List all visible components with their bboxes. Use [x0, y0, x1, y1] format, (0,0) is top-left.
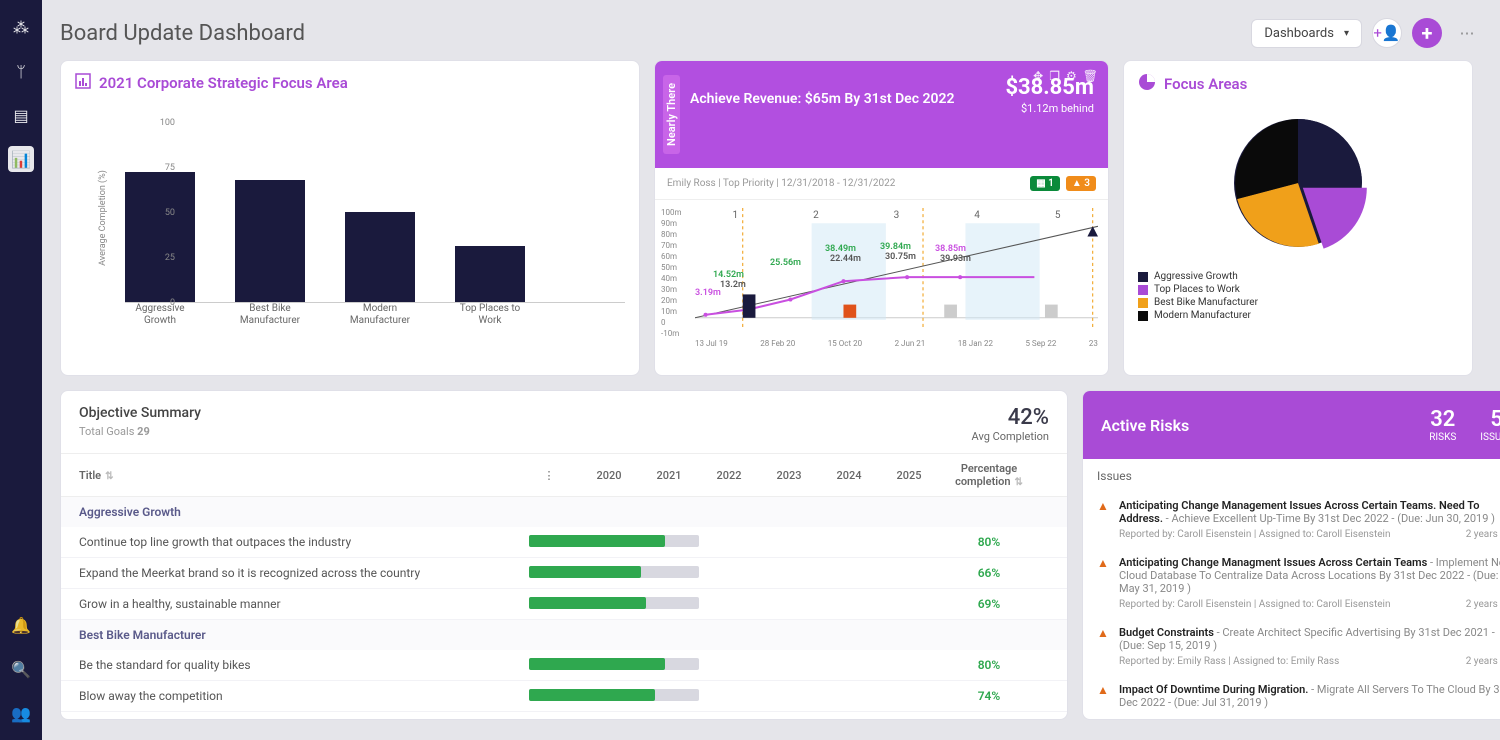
- table-row[interactable]: Continue top line growth that outpaces t…: [61, 527, 1067, 558]
- pie-chart-icon: [1138, 73, 1156, 95]
- board-icon[interactable]: ▤: [8, 102, 34, 128]
- risks-count: 32: [1429, 407, 1456, 432]
- issue-item[interactable]: ▲Anticipating Change Managment Issues Ac…: [1083, 550, 1500, 620]
- pie-legend: Aggressive Growth Top Places to Work Bes…: [1138, 271, 1458, 321]
- y-axis-label: Average Completion (%): [98, 170, 108, 266]
- search-icon[interactable]: 🔍: [8, 656, 34, 682]
- col-pct[interactable]: Percentage completion: [929, 462, 1049, 488]
- issues-section-title: Issues: [1083, 459, 1500, 493]
- status-tag: Nearly There: [663, 75, 680, 154]
- move-icon[interactable]: ✥: [1033, 69, 1043, 83]
- obj-title: Objective Summary: [79, 405, 201, 421]
- bar-x-labels: Aggressive Growth Best Bike Manufacturer…: [125, 303, 625, 327]
- topbar: Board Update Dashboard Dashboards +👤 + ⋯: [60, 8, 1482, 60]
- add-person-icon[interactable]: +👤: [1372, 18, 1402, 48]
- table-row[interactable]: Expand the Meerkat brand so it is recogn…: [61, 558, 1067, 589]
- warning-icon: ▲: [1097, 683, 1111, 709]
- issues-list: ▲Anticipating Change Management Issues A…: [1083, 493, 1500, 719]
- people-icon[interactable]: 👥: [8, 700, 34, 726]
- bell-icon[interactable]: 🔔: [8, 612, 34, 638]
- active-risks-card: Active Risks 32RISKS 5ISSUES Issues ▲Ant…: [1082, 390, 1500, 720]
- issue-item[interactable]: ▲Anticipating Change Management Issues A…: [1083, 493, 1500, 550]
- table-header: Title ⋮ 2020 2021 2022 2023 2024 2025 Pe…: [61, 453, 1067, 497]
- issues-count: 5: [1480, 407, 1500, 432]
- bar-top-places: [455, 246, 525, 302]
- add-button[interactable]: +: [1412, 18, 1442, 48]
- sidebar: ⁂ ᛘ ▤ 📊 🔔 🔍 👥: [0, 0, 42, 740]
- copy-icon[interactable]: ❐: [1049, 69, 1060, 83]
- dashboards-dropdown[interactable]: Dashboards: [1251, 19, 1362, 48]
- page-title: Board Update Dashboard: [60, 21, 305, 46]
- mini-x-axis: 13 Jul 1928 Feb 2015 Oct 202 Jun 2118 Ja…: [695, 339, 1098, 348]
- mini-y-axis: 100m90m80m70m60m50m40m30m20m10m0-10m: [661, 208, 682, 338]
- more-icon[interactable]: ⋯: [1452, 18, 1482, 48]
- warning-icon: ▲: [1097, 626, 1111, 667]
- y-axis: 100 75 50 25 0: [155, 118, 175, 308]
- goal-title: Achieve Revenue: $65m By 31st Dec 2022: [690, 91, 955, 107]
- goal-behind: $1.12m behind: [1005, 102, 1094, 115]
- bar-chart: 100 75 50 25 0: [125, 123, 625, 303]
- group-row: Aggressive Growth: [61, 497, 1067, 527]
- logo-icon[interactable]: ⁂: [8, 14, 34, 40]
- trash-icon[interactable]: 🗑: [1083, 69, 1098, 83]
- pie-chart: [1208, 103, 1388, 263]
- focus-areas-pie-card: Focus Areas Aggressive Growth Top Places…: [1123, 60, 1473, 376]
- gear-icon[interactable]: ⚙: [1066, 69, 1077, 83]
- hierarchy-icon[interactable]: ᛘ: [8, 58, 34, 84]
- avg-completion-label: Avg Completion: [972, 430, 1049, 443]
- table-row[interactable]: Grow in a healthy, sustainable manner69%: [61, 589, 1067, 620]
- issue-item[interactable]: ▲Budget Constraints - Create Architect S…: [1083, 620, 1500, 677]
- goal-meta: Emily Ross | Top Priority | 12/31/2018 -…: [667, 178, 895, 189]
- table-row[interactable]: Be the standard for quality bikes80%: [61, 650, 1067, 681]
- col-title[interactable]: Title: [79, 469, 519, 482]
- objective-summary-card: Objective Summary Total Goals 29 42% Avg…: [60, 390, 1068, 720]
- risks-title: Active Risks: [1101, 416, 1189, 435]
- focus-area-card: 2021 Corporate Strategic Focus Area Aver…: [60, 60, 640, 376]
- bar-chart-icon: [75, 73, 91, 93]
- avg-completion-value: 42%: [972, 405, 1049, 430]
- bar-best-bike: [235, 180, 305, 302]
- issue-item[interactable]: ▲Impact Of Downtime During Migration. - …: [1083, 677, 1500, 719]
- badge-green[interactable]: ▦ 1: [1030, 176, 1060, 191]
- table-row[interactable]: Blow away the competition74%: [61, 681, 1067, 712]
- warning-icon: ▲: [1097, 556, 1111, 610]
- focus-card-title: 2021 Corporate Strategic Focus Area: [99, 74, 348, 92]
- analytics-icon[interactable]: 📊: [8, 146, 34, 172]
- group-row: Best Bike Manufacturer: [61, 620, 1067, 650]
- objective-table-body: Aggressive GrowthContinue top line growt…: [61, 497, 1067, 712]
- badge-orange[interactable]: ▲ 3: [1066, 176, 1096, 191]
- bar-modern-mfr: [345, 212, 415, 302]
- goal-card: Nearly There Achieve Revenue: $65m By 31…: [654, 60, 1109, 376]
- warning-icon: ▲: [1097, 499, 1111, 540]
- revenue-chart: 100m90m80m70m60m50m40m30m20m10m0-10m: [655, 200, 1108, 350]
- pie-card-title: Focus Areas: [1164, 75, 1247, 93]
